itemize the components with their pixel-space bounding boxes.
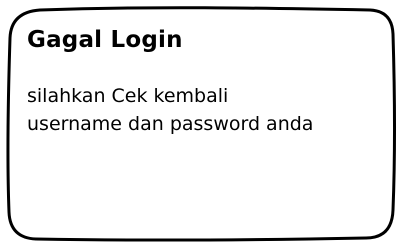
error-dialog: Gagal Login silahkan Cek kembali usernam… (0, 0, 399, 243)
message-line: silahkan Cek kembali (27, 85, 229, 107)
dialog-title: Gagal Login (27, 27, 183, 53)
message-line: username dan password anda (27, 113, 314, 135)
dialog-message: silahkan Cek kembali username dan passwo… (27, 82, 313, 138)
